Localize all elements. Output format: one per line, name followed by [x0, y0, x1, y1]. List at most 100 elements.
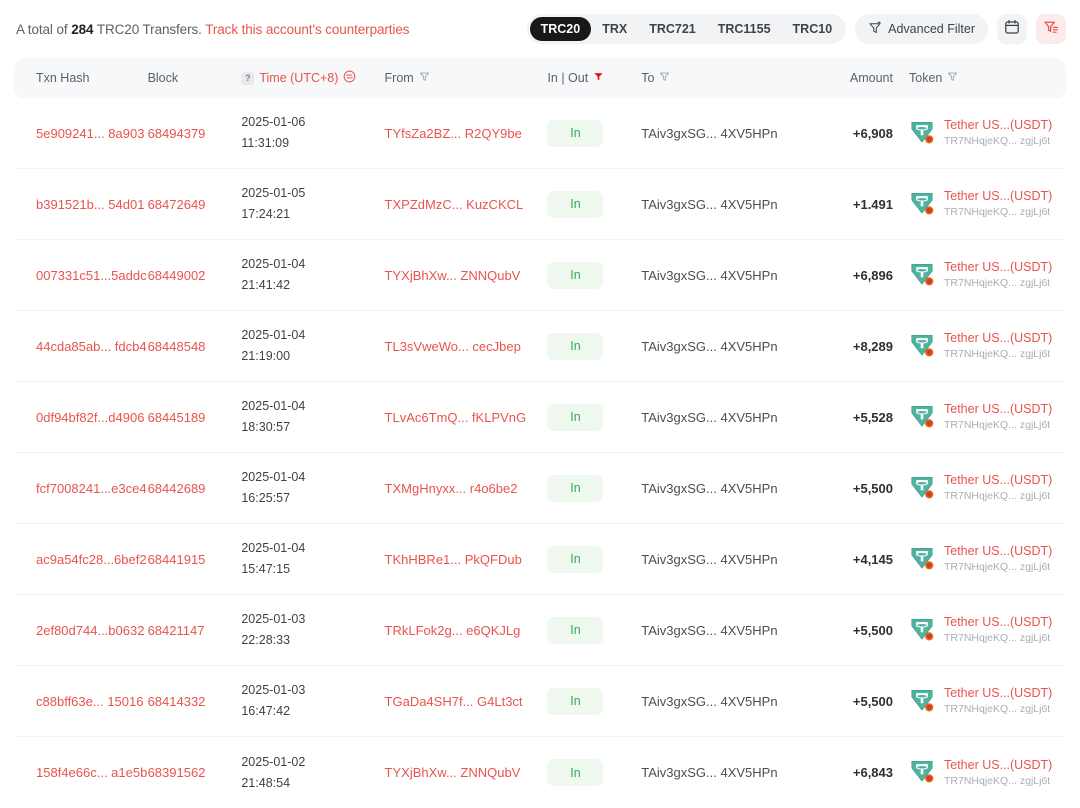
token-contract-address[interactable]: TR7NHqjeKQ... zgjLj6t: [944, 774, 1052, 788]
table-row[interactable]: 5e909241... 8a903 68494379 2025-01-06 11…: [14, 98, 1066, 169]
table-row[interactable]: 2ef80d744...b0632 68421147 2025-01-03 22…: [14, 595, 1066, 666]
from-address-link[interactable]: TYXjBhXw... ZNNQubV: [385, 765, 548, 780]
txn-hash-link[interactable]: 0df94bf82f...d4906: [14, 410, 148, 425]
token-contract-address[interactable]: TR7NHqjeKQ... zgjLj6t: [944, 205, 1052, 219]
to-address[interactable]: TAiv3gxSG... 4XV5HPn: [641, 410, 814, 425]
transfer-time: 16:25:57: [241, 491, 291, 505]
time-cell: 2025-01-05 17:24:21: [241, 183, 384, 224]
from-address-link[interactable]: TXPZdMzC... KuzCKCL: [385, 197, 548, 212]
transfer-date: 2025-01-06: [241, 115, 306, 130]
token-name-link[interactable]: Tether US...(USDT): [944, 188, 1052, 205]
token-contract-address[interactable]: TR7NHqjeKQ... zgjLj6t: [944, 560, 1052, 574]
token-contract-address[interactable]: TR7NHqjeKQ... zgjLj6t: [944, 702, 1052, 716]
tab-trc721[interactable]: TRC721: [638, 17, 707, 41]
transfer-date: 2025-01-02: [241, 754, 306, 769]
reset-filter-button[interactable]: [1036, 14, 1066, 44]
token-contract-address[interactable]: TR7NHqjeKQ... zgjLj6t: [944, 134, 1052, 148]
block-link[interactable]: 68449002: [148, 268, 242, 283]
token-name-link[interactable]: Tether US...(USDT): [944, 117, 1052, 134]
to-address[interactable]: TAiv3gxSG... 4XV5HPn: [641, 481, 814, 496]
token-name-link[interactable]: Tether US...(USDT): [944, 401, 1052, 418]
table-row[interactable]: 158f4e66c... a1e5b 68391562 2025-01-02 2…: [14, 737, 1066, 808]
amount-value: +5,528: [852, 409, 893, 425]
txn-hash-link[interactable]: 2ef80d744...b0632: [14, 623, 148, 638]
table-row[interactable]: b391521b... 54d01 68472649 2025-01-05 17…: [14, 169, 1066, 240]
txn-hash-link[interactable]: c88bff63e... 15016: [14, 694, 148, 709]
to-address[interactable]: TAiv3gxSG... 4XV5HPn: [641, 765, 814, 780]
column-header-token[interactable]: Token: [893, 71, 1066, 85]
block-link[interactable]: 68448548: [148, 339, 242, 354]
column-header-from[interactable]: From: [385, 71, 548, 85]
tab-trx[interactable]: TRX: [591, 17, 638, 41]
filter-icon[interactable]: [947, 71, 958, 85]
filter-icon[interactable]: [659, 71, 670, 85]
column-header-in-out[interactable]: In | Out: [547, 71, 641, 85]
block-link[interactable]: 68441915: [148, 552, 242, 567]
txn-hash-link[interactable]: ac9a54fc28...6bef2: [14, 552, 148, 567]
filter-icon-active[interactable]: [593, 71, 604, 85]
table-row[interactable]: 44cda85ab... fdcb4 68448548 2025-01-04 2…: [14, 311, 1066, 382]
from-address-link[interactable]: TYfsZa2BZ... R2QY9be: [385, 126, 548, 141]
table-row[interactable]: fcf7008241...e3ce4 68442689 2025-01-04 1…: [14, 453, 1066, 524]
block-link[interactable]: 68391562: [148, 765, 242, 780]
from-address-link[interactable]: TGaDa4SH7f... G4Lt3ct: [385, 694, 548, 709]
to-address[interactable]: TAiv3gxSG... 4XV5HPn: [641, 126, 814, 141]
from-address-link[interactable]: TRkLFok2g... e6QKJLg: [385, 623, 548, 638]
tab-trc1155[interactable]: TRC1155: [707, 17, 782, 41]
tab-trc10[interactable]: TRC10: [782, 17, 844, 41]
block-link[interactable]: 68414332: [148, 694, 242, 709]
block-link[interactable]: 68421147: [148, 623, 242, 638]
table-row[interactable]: ac9a54fc28...6bef2 68441915 2025-01-04 1…: [14, 524, 1066, 595]
token-name-link[interactable]: Tether US...(USDT): [944, 685, 1052, 702]
table-row[interactable]: 007331c51...5addc 68449002 2025-01-04 21…: [14, 240, 1066, 311]
table-row[interactable]: c88bff63e... 15016 68414332 2025-01-03 1…: [14, 666, 1066, 737]
help-icon[interactable]: ?: [241, 71, 255, 85]
from-address-link[interactable]: TKhHBRe1... PkQFDub: [385, 552, 548, 567]
sort-toggle-icon[interactable]: [343, 70, 356, 86]
token-contract-address[interactable]: TR7NHqjeKQ... zgjLj6t: [944, 347, 1052, 361]
to-address[interactable]: TAiv3gxSG... 4XV5HPn: [641, 197, 814, 212]
transfers-table: Txn Hash Block ? Time (UTC+8) From In | …: [0, 58, 1080, 808]
token-name-link[interactable]: Tether US...(USDT): [944, 757, 1052, 774]
tether-token-icon: [909, 120, 935, 146]
table-row[interactable]: 0df94bf82f...d4906 68445189 2025-01-04 1…: [14, 382, 1066, 453]
token-name-link[interactable]: Tether US...(USDT): [944, 259, 1052, 276]
txn-hash-link[interactable]: 44cda85ab... fdcb4: [14, 339, 148, 354]
token-name-link[interactable]: Tether US...(USDT): [944, 472, 1052, 489]
column-header-time[interactable]: ? Time (UTC+8): [241, 70, 384, 86]
block-link[interactable]: 68494379: [148, 126, 242, 141]
token-name-link[interactable]: Tether US...(USDT): [944, 330, 1052, 347]
token-contract-address[interactable]: TR7NHqjeKQ... zgjLj6t: [944, 418, 1052, 432]
token-name-link[interactable]: Tether US...(USDT): [944, 543, 1052, 560]
txn-hash-link[interactable]: b391521b... 54d01: [14, 197, 148, 212]
to-address[interactable]: TAiv3gxSG... 4XV5HPn: [641, 552, 814, 567]
time-cell: 2025-01-06 11:31:09: [241, 112, 384, 153]
from-address-link[interactable]: TL3sVweWo... cecJbep: [385, 339, 548, 354]
column-header-to[interactable]: To: [641, 71, 814, 85]
to-address[interactable]: TAiv3gxSG... 4XV5HPn: [641, 339, 814, 354]
to-address[interactable]: TAiv3gxSG... 4XV5HPn: [641, 268, 814, 283]
txn-hash-link[interactable]: 007331c51...5addc: [14, 268, 148, 283]
to-address[interactable]: TAiv3gxSG... 4XV5HPn: [641, 623, 814, 638]
txn-hash-link[interactable]: fcf7008241...e3ce4: [14, 481, 148, 496]
token-contract-address[interactable]: TR7NHqjeKQ... zgjLj6t: [944, 489, 1052, 503]
token-contract-address[interactable]: TR7NHqjeKQ... zgjLj6t: [944, 631, 1052, 645]
txn-hash-link[interactable]: 158f4e66c... a1e5b: [14, 765, 148, 780]
token-contract-address[interactable]: TR7NHqjeKQ... zgjLj6t: [944, 276, 1052, 290]
block-link[interactable]: 68472649: [148, 197, 242, 212]
direction-cell: In: [547, 687, 641, 715]
to-address[interactable]: TAiv3gxSG... 4XV5HPn: [641, 694, 814, 709]
block-link[interactable]: 68442689: [148, 481, 242, 496]
from-address-link[interactable]: TLvAc6TmQ... fKLPVnG: [385, 410, 548, 425]
token-name-link[interactable]: Tether US...(USDT): [944, 614, 1052, 631]
token-cell: Tether US...(USDT) TR7NHqjeKQ... zgjLj6t: [893, 259, 1066, 290]
from-address-link[interactable]: TYXjBhXw... ZNNQubV: [385, 268, 548, 283]
from-address-link[interactable]: TXMgHnyxx... r4o6be2: [385, 481, 548, 496]
txn-hash-link[interactable]: 5e909241... 8a903: [14, 126, 148, 141]
tab-trc20[interactable]: TRC20: [529, 17, 592, 41]
advanced-filter-button[interactable]: Advanced Filter: [855, 14, 988, 44]
track-counterparties-link[interactable]: Track this account's counterparties: [205, 22, 409, 37]
block-link[interactable]: 68445189: [148, 410, 242, 425]
date-range-button[interactable]: [997, 14, 1027, 44]
filter-icon[interactable]: [419, 71, 430, 85]
